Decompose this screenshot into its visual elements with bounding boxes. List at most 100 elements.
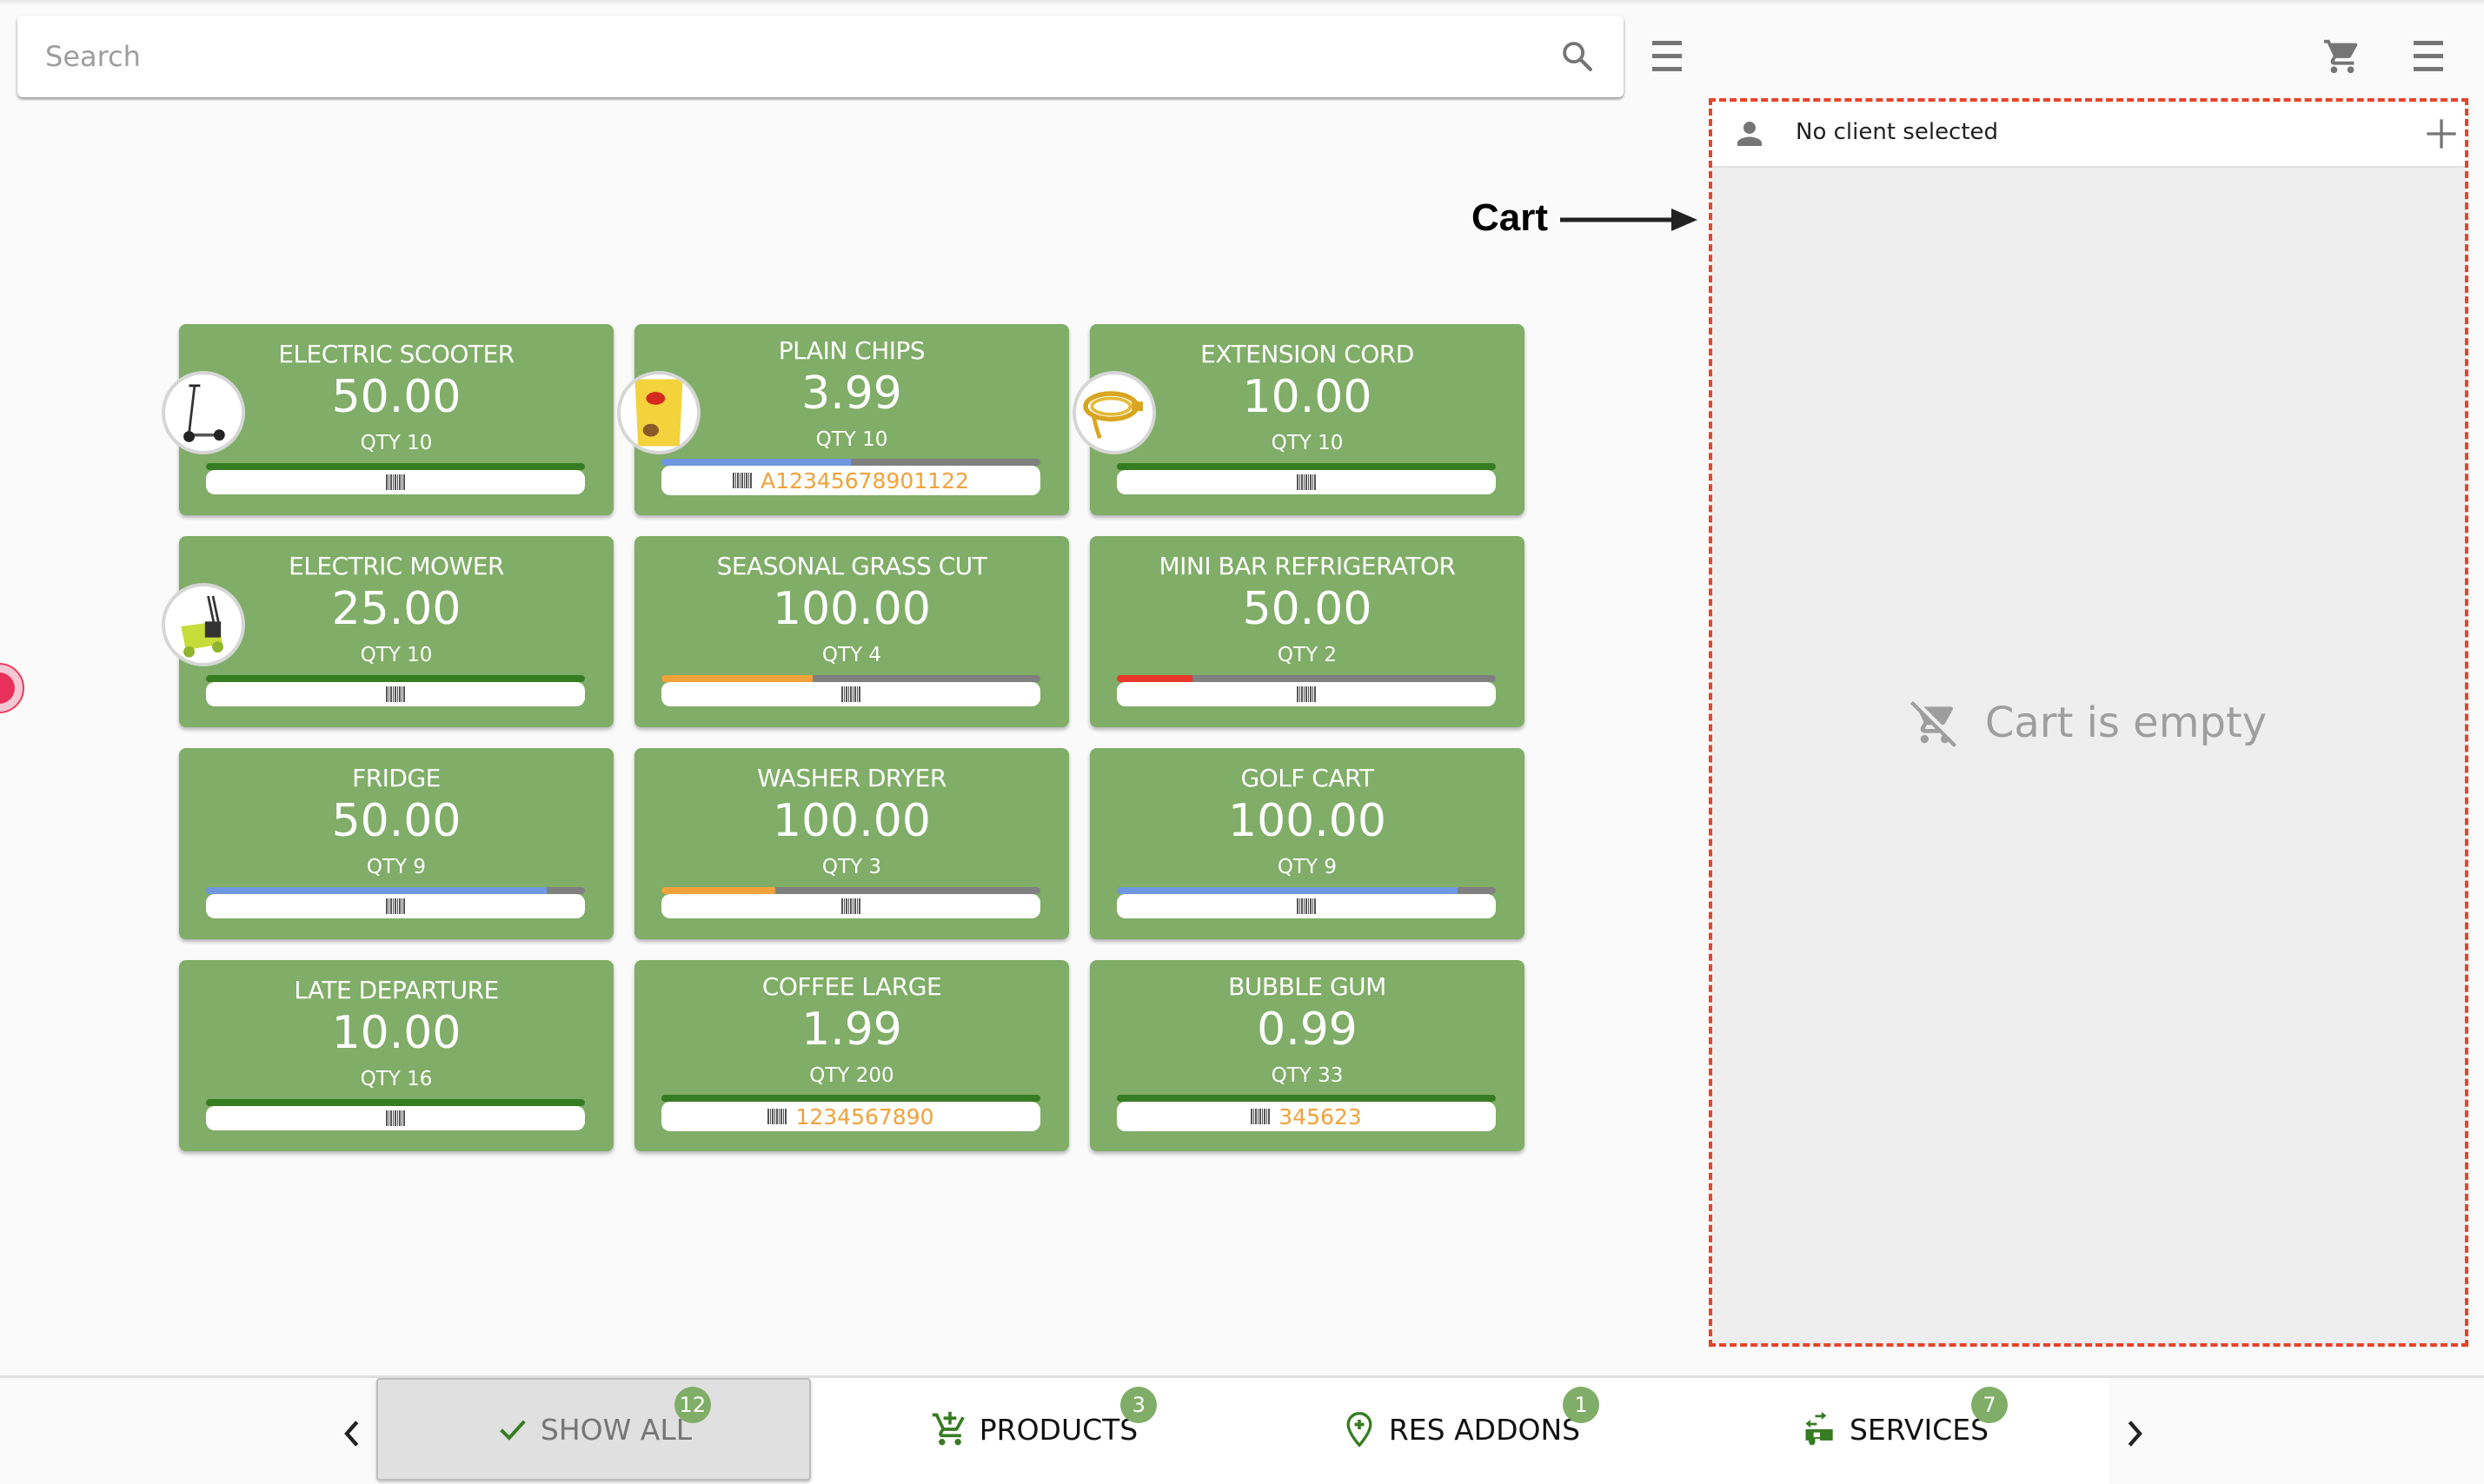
product-card[interactable]: ELECTRIC MOWER 25.00 QTY 10 (162, 536, 614, 727)
stock-bar-fill (1117, 675, 1193, 682)
tab-label-text: RES ADDONS (1388, 1412, 1581, 1447)
tab-label-text: PRODUCTS (979, 1412, 1139, 1447)
rv-trailer-icon (1805, 1411, 1833, 1446)
tab-products[interactable]: PRODUCTS 3 (834, 1378, 1234, 1481)
products-menu-button[interactable] (1648, 35, 1686, 76)
barcode-icon (386, 1110, 405, 1126)
tab-label-text: SERVICES (1849, 1412, 1989, 1447)
barcode-icon (841, 898, 860, 914)
electric-scooter-image (162, 371, 245, 454)
tab-label: SHOW ALL 12 (540, 1386, 712, 1447)
barcode-field: A12345678901122 (661, 466, 1040, 495)
product-name: MINI BAR REFRIGERATOR (1159, 552, 1457, 580)
shopping-cart-icon (2323, 39, 2358, 74)
barcode-icon (841, 686, 860, 702)
product-qty: QTY 200 (809, 1064, 894, 1087)
stock-bar-fill (206, 887, 548, 894)
product-name: PLAIN CHIPS (778, 336, 926, 365)
product-card[interactable]: BUBBLE GUM 0.99 QTY 33 345623 (1090, 960, 1524, 1151)
product-name: COFFEE LARGE (761, 972, 942, 1001)
stock-bar (661, 675, 1040, 682)
product-name: ELECTRIC MOWER (289, 552, 504, 580)
stock-bar-fill (1117, 1095, 1496, 1102)
product-qty: QTY 33 (1271, 1064, 1344, 1087)
barcode-field (206, 1106, 585, 1130)
cart-panel: Cart is empty No client selected (1710, 100, 2467, 1345)
barcode-field: 1234567890 (661, 1102, 1040, 1131)
stock-bar-fill (1117, 463, 1496, 470)
tab-res-addons[interactable]: RES ADDONS 1 (1260, 1378, 1660, 1481)
product-card[interactable]: PLAIN CHIPS 3.99 QTY 10 A12345678901122 (617, 324, 1069, 515)
record-indicator-icon[interactable] (0, 663, 24, 713)
cart-button[interactable] (2321, 35, 2364, 78)
barcode-icon (1251, 1109, 1271, 1124)
product-qty: QTY 10 (815, 428, 888, 451)
barcode-field (661, 894, 1040, 918)
barcode-icon (386, 898, 405, 914)
location-plus-icon (1346, 1412, 1372, 1448)
chevron-right-icon[interactable] (2118, 1408, 2153, 1460)
product-price: 0.99 (1257, 1004, 1358, 1056)
search-input[interactable] (45, 16, 1523, 97)
product-card[interactable]: LATE DEPARTURE 10.00 QTY 16 (179, 960, 614, 1151)
barcode-field (206, 682, 585, 706)
product-price: 10.00 (331, 1007, 462, 1059)
add-client-plus-icon[interactable] (2420, 112, 2463, 156)
hamburger-menu-icon (1652, 40, 1682, 45)
count-badge: 3 (1120, 1386, 1158, 1423)
search-icon[interactable] (1559, 38, 1596, 75)
top-shadow (0, 0, 2484, 5)
product-price: 100.00 (1228, 795, 1386, 847)
barcode-icon (1297, 898, 1316, 914)
tab-show-all[interactable]: SHOW ALL 12 (376, 1378, 811, 1481)
person-icon (1737, 122, 1762, 146)
product-card[interactable]: COFFEE LARGE 1.99 QTY 200 1234567890 (634, 960, 1069, 1151)
tab-label: SERVICES 7 (1849, 1386, 2009, 1447)
product-name: BUBBLE GUM (1228, 972, 1386, 1001)
product-price: 50.00 (1242, 583, 1372, 635)
product-qty: QTY 10 (1271, 432, 1344, 454)
barcode-icon (1297, 686, 1316, 702)
barcode-icon (1297, 474, 1316, 490)
hamburger-line (1652, 66, 1682, 71)
search-bar (17, 16, 1624, 97)
product-name: GOLF CART (1240, 764, 1374, 792)
product-price: 100.00 (773, 795, 931, 847)
hamburger-line (1652, 53, 1682, 58)
tab-label: PRODUCTS 3 (979, 1386, 1158, 1447)
hamburger-line (2414, 66, 2443, 71)
check-icon (500, 1420, 526, 1441)
add-shopping-cart-icon (932, 1411, 965, 1446)
tab-services[interactable]: SERVICES 7 (1695, 1378, 2095, 1481)
product-card[interactable]: EXTENSION CORD 10.00 QTY 10 (1073, 324, 1524, 515)
barcode-icon (386, 686, 405, 702)
stock-bar-fill (206, 1099, 585, 1106)
cart-empty-text: Cart is empty (1984, 698, 2268, 747)
product-card[interactable]: SEASONAL GRASS CUT 100.00 QTY 4 (634, 536, 1069, 727)
product-name: ELECTRIC SCOOTER (278, 340, 515, 368)
lawn-mower-image (162, 583, 245, 666)
product-card[interactable]: GOLF CART 100.00 QTY 9 (1090, 748, 1524, 939)
product-card[interactable]: FRIDGE 50.00 QTY 9 (179, 748, 614, 939)
product-price: 50.00 (331, 795, 462, 847)
product-qty: QTY 9 (366, 856, 427, 878)
product-card[interactable]: WASHER DRYER 100.00 QTY 3 (634, 748, 1069, 939)
product-qty: QTY 10 (360, 432, 433, 454)
cart-annotation-label: Cart (1471, 196, 1549, 239)
main-menu-button[interactable] (2409, 35, 2447, 76)
barcode-field (661, 682, 1040, 706)
product-name: SEASONAL GRASS CUT (716, 552, 987, 580)
stock-bar (661, 1095, 1040, 1102)
stock-bar (661, 887, 1040, 894)
product-name: FRIDGE (352, 764, 441, 792)
stock-bar (661, 459, 1040, 466)
barcode-value: A12345678901122 (760, 467, 969, 494)
stock-bar-fill (206, 675, 585, 682)
product-card[interactable]: ELECTRIC SCOOTER 50.00 QTY 10 (162, 324, 614, 515)
stock-bar-fill (1117, 887, 1458, 894)
product-qty: QTY 4 (821, 644, 882, 666)
tab-label-text: SHOW ALL (540, 1412, 693, 1447)
chevron-left-icon[interactable] (334, 1408, 369, 1460)
product-card[interactable]: MINI BAR REFRIGERATOR 50.00 QTY 2 (1090, 536, 1524, 727)
client-selector[interactable]: No client selected (1710, 100, 2467, 168)
